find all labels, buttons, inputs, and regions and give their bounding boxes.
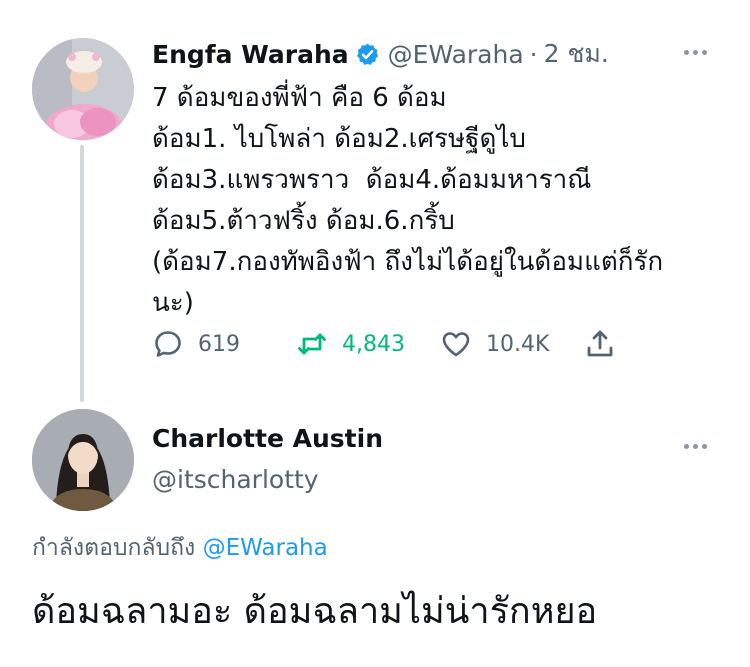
reply-count: 619	[198, 331, 240, 357]
replying-to-label: กำลังตอบกลับถึง	[32, 535, 196, 561]
author-handle[interactable]: @itscharlotty	[152, 465, 319, 494]
share-icon	[587, 330, 613, 357]
more-icon[interactable]	[684, 444, 707, 449]
retweet-button[interactable]: 4,843	[296, 328, 405, 360]
thread-line	[80, 145, 84, 402]
reply-text: ด้อมฉลามอะ ด้อมฉลามไม่น่ารักหยอ	[32, 591, 598, 632]
author-handle[interactable]: @EWaraha	[388, 40, 524, 69]
author-name[interactable]: Engfa Waraha	[152, 40, 349, 69]
share-button[interactable]	[584, 328, 616, 360]
reply-icon	[155, 331, 181, 357]
tweet1-header: Engfa Waraha @EWaraha · 2 ชม.	[152, 36, 609, 72]
mention-link[interactable]: @EWaraha	[203, 535, 328, 561]
avatar-engfa[interactable]	[32, 38, 134, 140]
like-count: 10.4K	[486, 331, 550, 357]
like-icon	[442, 332, 470, 357]
verified-badge-icon	[356, 43, 378, 65]
tweet-time[interactable]: 2 ชม.	[544, 34, 609, 74]
more-icon[interactable]	[684, 50, 707, 55]
retweet-icon	[298, 333, 326, 355]
like-button[interactable]: 10.4K	[440, 328, 549, 360]
author-name[interactable]: Charlotte Austin	[152, 424, 383, 453]
tweet-text: 7 ด้อมของพี่ฟ้า คือ 6 ด้อม ด้อม1. ไบโพล่…	[152, 83, 664, 318]
retweet-count: 4,843	[342, 331, 405, 357]
separator-dot: ·	[529, 39, 538, 69]
avatar-charlotte[interactable]	[32, 409, 134, 511]
reply-button[interactable]: 619	[152, 328, 240, 360]
replying-to-line: กำลังตอบกลับถึง @EWaraha	[32, 530, 328, 566]
